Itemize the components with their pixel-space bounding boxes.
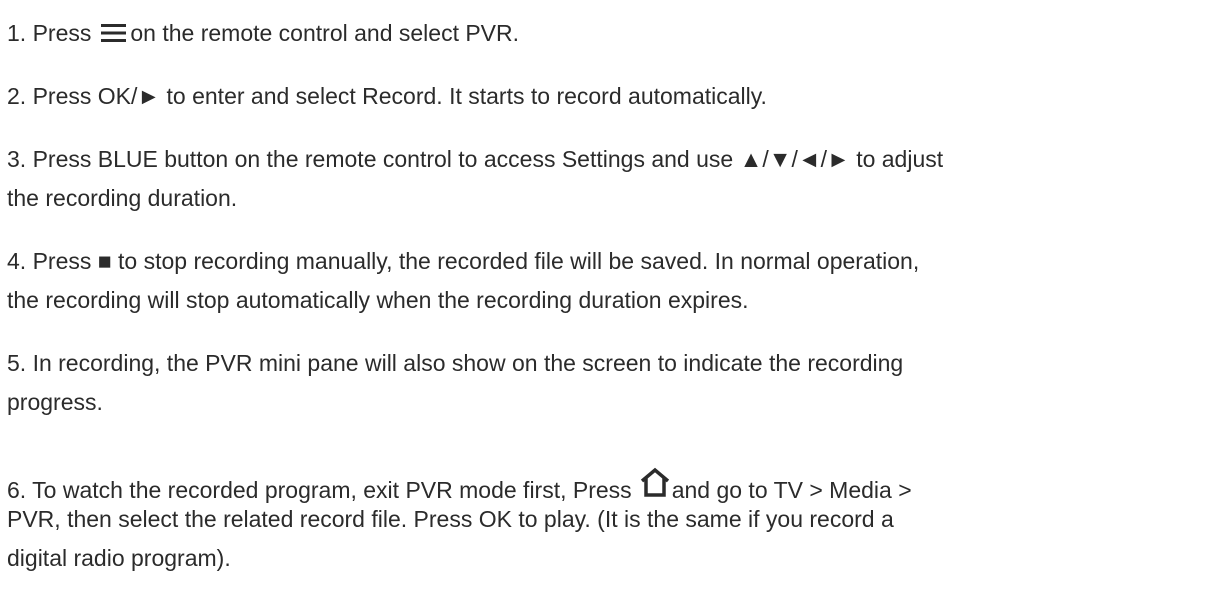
step-4-text-1: 4. Press ■ to stop recording manually, t… bbox=[7, 248, 920, 274]
step-1: 1. Press on the remote control and select… bbox=[7, 20, 519, 47]
menu-icon bbox=[101, 22, 127, 42]
step-3-text-2: the recording duration. bbox=[7, 185, 238, 211]
step-2: 2. Press OK/► to enter and select Record… bbox=[7, 83, 767, 110]
step-6-text-2: PVR, then select the related record file… bbox=[7, 506, 894, 532]
step-6-line-1: 6. To watch the recorded program, exit P… bbox=[7, 467, 912, 503]
step-5-line-1: 5. In recording, the PVR mini pane will … bbox=[7, 350, 903, 377]
step-6-text-3: digital radio program). bbox=[7, 545, 231, 571]
step-4-text-2: the recording will stop automatically wh… bbox=[7, 287, 749, 313]
step-6-line-3: digital radio program). bbox=[7, 545, 231, 572]
step-4-line-1: 4. Press ■ to stop recording manually, t… bbox=[7, 248, 919, 275]
step-6-text-before: 6. To watch the recorded program, exit P… bbox=[7, 477, 632, 503]
home-icon bbox=[639, 467, 671, 499]
step-5-text-2: progress. bbox=[7, 389, 103, 415]
step-1-text-after: on the remote control and select PVR. bbox=[130, 20, 520, 46]
step-5-line-2: progress. bbox=[7, 389, 103, 416]
step-6-line-2: PVR, then select the related record file… bbox=[7, 506, 894, 533]
step-5-text-1: 5. In recording, the PVR mini pane will … bbox=[7, 350, 904, 376]
step-6-text-after: and go to TV > Media > bbox=[671, 477, 912, 503]
step-1-text-before: 1. Press bbox=[7, 20, 92, 46]
step-2-text: 2. Press OK/► to enter and select Record… bbox=[7, 83, 767, 109]
step-3-line-2: the recording duration. bbox=[7, 185, 237, 212]
step-3-line-1: 3. Press BLUE button on the remote contr… bbox=[7, 146, 943, 173]
step-3-text-1: 3. Press BLUE button on the remote contr… bbox=[7, 146, 944, 172]
step-4-line-2: the recording will stop automatically wh… bbox=[7, 287, 749, 314]
